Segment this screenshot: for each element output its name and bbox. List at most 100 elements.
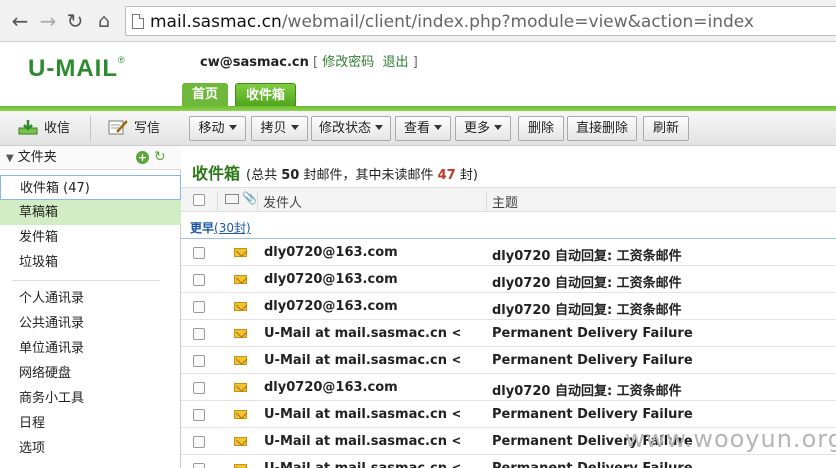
- tab-inbox[interactable]: 收件箱: [235, 83, 297, 107]
- message-row[interactable]: U-Mail at mail.sasmac.cn <U-Mail@mail.sa…: [181, 455, 836, 468]
- refresh-icon[interactable]: ↻: [154, 150, 166, 164]
- message-subject[interactable]: dly0720 自动回复: 工资条邮件: [492, 245, 832, 264]
- message-checkbox[interactable]: [193, 382, 205, 394]
- message-row[interactable]: dly0720@163.com dly0720 自动回复: 工资条邮件: [181, 239, 836, 266]
- message-sender[interactable]: U-Mail at mail.sasmac.cn <U-Mail@mail.sa…: [264, 407, 460, 422]
- toolbar-divider: [90, 116, 91, 142]
- message-row[interactable]: U-Mail at mail.sasmac.cn <U-Mail@mail.sa…: [181, 320, 836, 347]
- message-checkbox[interactable]: [193, 247, 205, 259]
- compose-toolbar: 收信 写信: [0, 111, 181, 146]
- move-button[interactable]: 移动: [189, 116, 246, 141]
- message-sender[interactable]: dly0720@163.com: [264, 245, 460, 260]
- main-tabs: 首页 收件箱: [0, 83, 836, 107]
- caret-down-icon: [494, 125, 502, 130]
- tool-business-tools[interactable]: 商务小工具: [0, 386, 181, 411]
- write-button[interactable]: 写信: [108, 117, 160, 141]
- message-sender[interactable]: U-Mail at mail.sasmac.cn <U-Mail@mail.sa…: [264, 353, 460, 368]
- tool-public-contacts[interactable]: 公共通讯录: [0, 311, 181, 336]
- caret-down-icon: [375, 125, 383, 130]
- column-divider: [257, 191, 258, 210]
- column-divider: [217, 191, 218, 210]
- refresh-button[interactable]: 刷新: [643, 116, 689, 141]
- message-row[interactable]: dly0720@163.com dly0720 自动回复: 工资条邮件: [181, 374, 836, 401]
- message-checkbox[interactable]: [193, 355, 205, 367]
- unread-envelope-icon: [234, 356, 247, 365]
- folder-trash[interactable]: 垃圾箱: [0, 250, 181, 275]
- message-sender[interactable]: dly0720@163.com: [264, 299, 460, 314]
- message-sender[interactable]: U-Mail at mail.sasmac.cn <U-Mail@mail.sa…: [264, 461, 460, 468]
- more-button[interactable]: 更多: [455, 116, 511, 141]
- column-divider: [486, 191, 487, 210]
- unread-envelope-icon: [234, 383, 247, 392]
- message-row[interactable]: dly0720@163.com dly0720 自动回复: 工资条邮件: [181, 293, 836, 320]
- view-button[interactable]: 查看: [395, 116, 451, 141]
- message-row[interactable]: U-Mail at mail.sasmac.cn <U-Mail@mail.sa…: [181, 347, 836, 374]
- message-subject[interactable]: Permanent Delivery Failure: [492, 353, 832, 368]
- tab-home[interactable]: 首页: [182, 83, 229, 107]
- subject-column[interactable]: 主题: [492, 192, 518, 211]
- message-subject[interactable]: Permanent Delivery Failure: [492, 461, 832, 468]
- modify-status-button[interactable]: 修改状态: [311, 116, 391, 141]
- envelope-column-icon: [225, 194, 239, 204]
- logout-link[interactable]: 退出: [383, 55, 409, 70]
- message-checkbox[interactable]: [193, 274, 205, 286]
- delete-button[interactable]: 删除: [518, 116, 564, 141]
- tool-org-contacts[interactable]: 单位通讯录: [0, 336, 181, 361]
- receive-icon: [18, 120, 38, 135]
- message-row[interactable]: U-Mail at mail.sasmac.cn <U-Mail@mail.sa…: [181, 401, 836, 428]
- write-icon: [108, 120, 128, 135]
- message-sender[interactable]: dly0720@163.com: [264, 380, 460, 395]
- unread-envelope-icon: [234, 248, 247, 257]
- unread-envelope-icon: [234, 464, 247, 468]
- tool-network-disk[interactable]: 网络硬盘: [0, 361, 181, 386]
- unread-envelope-icon: [234, 275, 247, 284]
- message-checkbox[interactable]: [193, 409, 205, 421]
- change-password-link[interactable]: 修改密码: [322, 55, 374, 70]
- receive-button[interactable]: 收信: [18, 117, 70, 141]
- unread-envelope-icon: [234, 302, 247, 311]
- message-sender[interactable]: U-Mail at mail.sasmac.cn <U-Mail@mail.sa…: [264, 434, 460, 449]
- column-header: 📎 发件人 主题: [181, 187, 836, 212]
- message-checkbox[interactable]: [193, 436, 205, 448]
- caret-down-icon: [434, 125, 442, 130]
- copy-button[interactable]: 拷贝: [251, 116, 308, 141]
- umail-logo: U-MAIL®: [28, 55, 126, 82]
- message-sender[interactable]: U-Mail at mail.sasmac.cn <U-Mail@mail.sa…: [264, 326, 460, 341]
- caret-down-icon: [228, 125, 237, 130]
- home-icon[interactable]: ⌂: [92, 9, 116, 33]
- browser-toolbar: ← → ↻ ⌂ mail.sasmac.cn/webmail/client/in…: [0, 0, 836, 42]
- direct-delete-button[interactable]: 直接删除: [567, 116, 637, 141]
- address-bar[interactable]: mail.sasmac.cn/webmail/client/index.php?…: [125, 6, 836, 36]
- tool-options[interactable]: 选项: [0, 436, 181, 461]
- mailbox-summary: (总共 50 封邮件，其中未读邮件 47 封): [246, 168, 478, 183]
- message-row[interactable]: dly0720@163.com dly0720 自动回复: 工资条邮件: [181, 266, 836, 293]
- back-arrow-icon[interactable]: ←: [8, 9, 32, 33]
- folder-sent[interactable]: 发件箱: [0, 225, 181, 250]
- folders-header[interactable]: ▼ 文件夹 + ↻: [0, 146, 181, 170]
- message-subject[interactable]: dly0720 自动回复: 工资条邮件: [492, 380, 832, 399]
- message-checkbox[interactable]: [193, 328, 205, 340]
- tool-calendar[interactable]: 日程: [0, 411, 181, 436]
- reload-icon[interactable]: ↻: [63, 9, 87, 33]
- tool-personal-contacts[interactable]: 个人通讯录: [0, 286, 181, 311]
- sender-column[interactable]: 发件人: [263, 192, 302, 211]
- message-subject[interactable]: Permanent Delivery Failure: [492, 326, 832, 341]
- message-sender[interactable]: dly0720@163.com: [264, 272, 460, 287]
- left-sidebar: 收信 写信 ▼ 文件夹 + ↻ 收件箱 (47) 草稿箱 发件箱 垃圾箱 个人通讯…: [0, 111, 181, 468]
- group-earlier[interactable]: 更早(30封): [181, 212, 836, 239]
- message-subject[interactable]: Permanent Delivery Failure: [492, 407, 832, 422]
- forward-arrow-icon[interactable]: →: [36, 9, 60, 33]
- user-info: cw@sasmac.cn [ 修改密码 退出 ]: [200, 55, 418, 70]
- message-checkbox[interactable]: [193, 301, 205, 313]
- message-subject[interactable]: dly0720 自动回复: 工资条邮件: [492, 299, 832, 318]
- unread-envelope-icon: [234, 437, 247, 446]
- add-folder-icon[interactable]: +: [136, 151, 149, 164]
- message-checkbox[interactable]: [193, 463, 205, 468]
- page-icon: [132, 14, 144, 29]
- message-subject[interactable]: dly0720 自动回复: 工资条邮件: [492, 272, 832, 291]
- user-email: cw@sasmac.cn: [200, 55, 309, 70]
- folder-drafts[interactable]: 草稿箱: [0, 200, 181, 225]
- select-all-checkbox[interactable]: [193, 194, 205, 206]
- mail-list-pane: 移动 拷贝 修改状态 查看 更多 删除 直接删除 刷新 收件箱 (总共 50 封邮…: [181, 111, 836, 468]
- folder-inbox[interactable]: 收件箱 (47): [0, 175, 181, 200]
